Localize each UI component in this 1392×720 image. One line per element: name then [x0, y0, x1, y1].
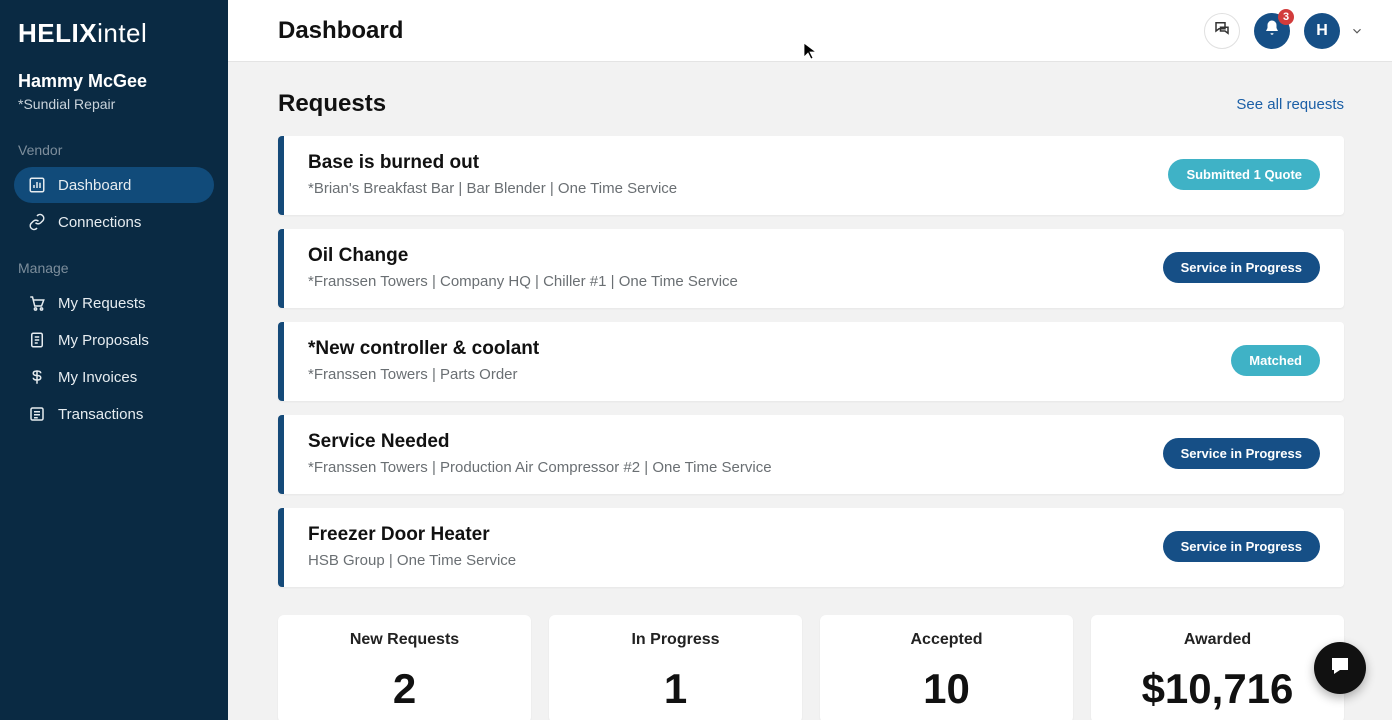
request-status-pill[interactable]: Submitted 1 Quote [1168, 159, 1320, 190]
request-card[interactable]: Service Needed *Franssen Towers | Produc… [278, 415, 1344, 494]
bell-icon [1263, 19, 1281, 42]
request-status-pill[interactable]: Service in Progress [1163, 438, 1320, 469]
sidebar-item-label: Transactions [58, 406, 143, 423]
stats-row: New Requests 2 In Progress 1 Accepted 10… [278, 615, 1344, 720]
request-card[interactable]: Base is burned out *Brian's Breakfast Ba… [278, 136, 1344, 215]
request-title: Service Needed [308, 431, 1163, 453]
user-company: *Sundial Repair [18, 96, 214, 112]
messages-button[interactable] [1204, 13, 1240, 49]
stat-card[interactable]: Awarded $10,716 [1091, 615, 1344, 720]
avatar-button[interactable]: H [1304, 13, 1340, 49]
stat-label: In Progress [559, 631, 792, 649]
stat-value: 2 [288, 665, 521, 713]
request-info: *New controller & coolant *Franssen Towe… [308, 338, 1231, 383]
requests-header: Requests See all requests [278, 90, 1344, 118]
request-subtitle: HSB Group | One Time Service [308, 552, 1163, 569]
main-content: Requests See all requests Base is burned… [228, 62, 1392, 720]
notification-badge: 3 [1278, 9, 1294, 25]
requests-title: Requests [278, 90, 386, 118]
link-icon [28, 213, 46, 231]
sidebar-item-label: My Requests [58, 295, 146, 312]
request-card[interactable]: Freezer Door Heater HSB Group | One Time… [278, 508, 1344, 587]
sidebar-item-label: My Proposals [58, 332, 149, 349]
sidebar-item-my-requests[interactable]: My Requests [14, 285, 214, 321]
request-subtitle: *Franssen Towers | Parts Order [308, 366, 1231, 383]
request-title: Base is burned out [308, 152, 1168, 174]
stat-label: Awarded [1101, 631, 1334, 649]
user-block: Hammy McGee *Sundial Repair [14, 71, 214, 112]
request-status-pill[interactable]: Service in Progress [1163, 252, 1320, 283]
stat-card[interactable]: In Progress 1 [549, 615, 802, 720]
request-subtitle: *Franssen Towers | Company HQ | Chiller … [308, 273, 1163, 290]
request-info: Oil Change *Franssen Towers | Company HQ… [308, 245, 1163, 290]
cart-icon [28, 294, 46, 312]
request-title: Oil Change [308, 245, 1163, 267]
sidebar: HELIXintel Hammy McGee *Sundial Repair V… [0, 0, 228, 720]
topbar: Dashboard 3 H [228, 0, 1392, 62]
sidebar-item-my-proposals[interactable]: My Proposals [14, 322, 214, 358]
chevron-down-icon[interactable] [1350, 24, 1364, 38]
brand-logo[interactable]: HELIXintel [14, 18, 214, 49]
request-status-pill[interactable]: Service in Progress [1163, 531, 1320, 562]
request-subtitle: *Franssen Towers | Production Air Compre… [308, 459, 1163, 476]
nav-section-vendor: Vendor [14, 134, 214, 166]
stat-value: 1 [559, 665, 792, 713]
stat-label: Accepted [830, 631, 1063, 649]
stat-label: New Requests [288, 631, 521, 649]
chat-icon [1213, 19, 1231, 42]
sidebar-item-dashboard[interactable]: Dashboard [14, 167, 214, 203]
user-name: Hammy McGee [18, 71, 214, 92]
chart-icon [28, 176, 46, 194]
request-info: Freezer Door Heater HSB Group | One Time… [308, 524, 1163, 569]
stat-value: $10,716 [1101, 665, 1334, 713]
request-title: Freezer Door Heater [308, 524, 1163, 546]
notifications-button[interactable]: 3 [1254, 13, 1290, 49]
brand-light: intel [97, 18, 147, 48]
speech-bubble-icon [1328, 654, 1352, 683]
request-subtitle: *Brian's Breakfast Bar | Bar Blender | O… [308, 180, 1168, 197]
topbar-right: 3 H [1204, 13, 1364, 49]
list-icon [28, 405, 46, 423]
stat-card[interactable]: Accepted 10 [820, 615, 1073, 720]
brand-bold: HELIX [18, 18, 97, 48]
sidebar-item-my-invoices[interactable]: My Invoices [14, 359, 214, 395]
stat-value: 10 [830, 665, 1063, 713]
see-all-requests-link[interactable]: See all requests [1236, 96, 1344, 113]
dollar-icon [28, 368, 46, 386]
sidebar-item-connections[interactable]: Connections [14, 204, 214, 240]
request-card[interactable]: Oil Change *Franssen Towers | Company HQ… [278, 229, 1344, 308]
requests-list: Base is burned out *Brian's Breakfast Ba… [278, 136, 1344, 587]
sidebar-item-transactions[interactable]: Transactions [14, 396, 214, 432]
page-title: Dashboard [278, 17, 403, 45]
sidebar-item-label: My Invoices [58, 369, 137, 386]
request-card[interactable]: *New controller & coolant *Franssen Towe… [278, 322, 1344, 401]
request-info: Base is burned out *Brian's Breakfast Ba… [308, 152, 1168, 197]
chat-fab[interactable] [1314, 642, 1366, 694]
request-info: Service Needed *Franssen Towers | Produc… [308, 431, 1163, 476]
document-icon [28, 331, 46, 349]
sidebar-item-label: Connections [58, 214, 141, 231]
sidebar-item-label: Dashboard [58, 177, 131, 194]
avatar-letter: H [1316, 22, 1328, 40]
request-title: *New controller & coolant [308, 338, 1231, 360]
stat-card[interactable]: New Requests 2 [278, 615, 531, 720]
nav-section-manage: Manage [14, 252, 214, 284]
request-status-pill[interactable]: Matched [1231, 345, 1320, 376]
